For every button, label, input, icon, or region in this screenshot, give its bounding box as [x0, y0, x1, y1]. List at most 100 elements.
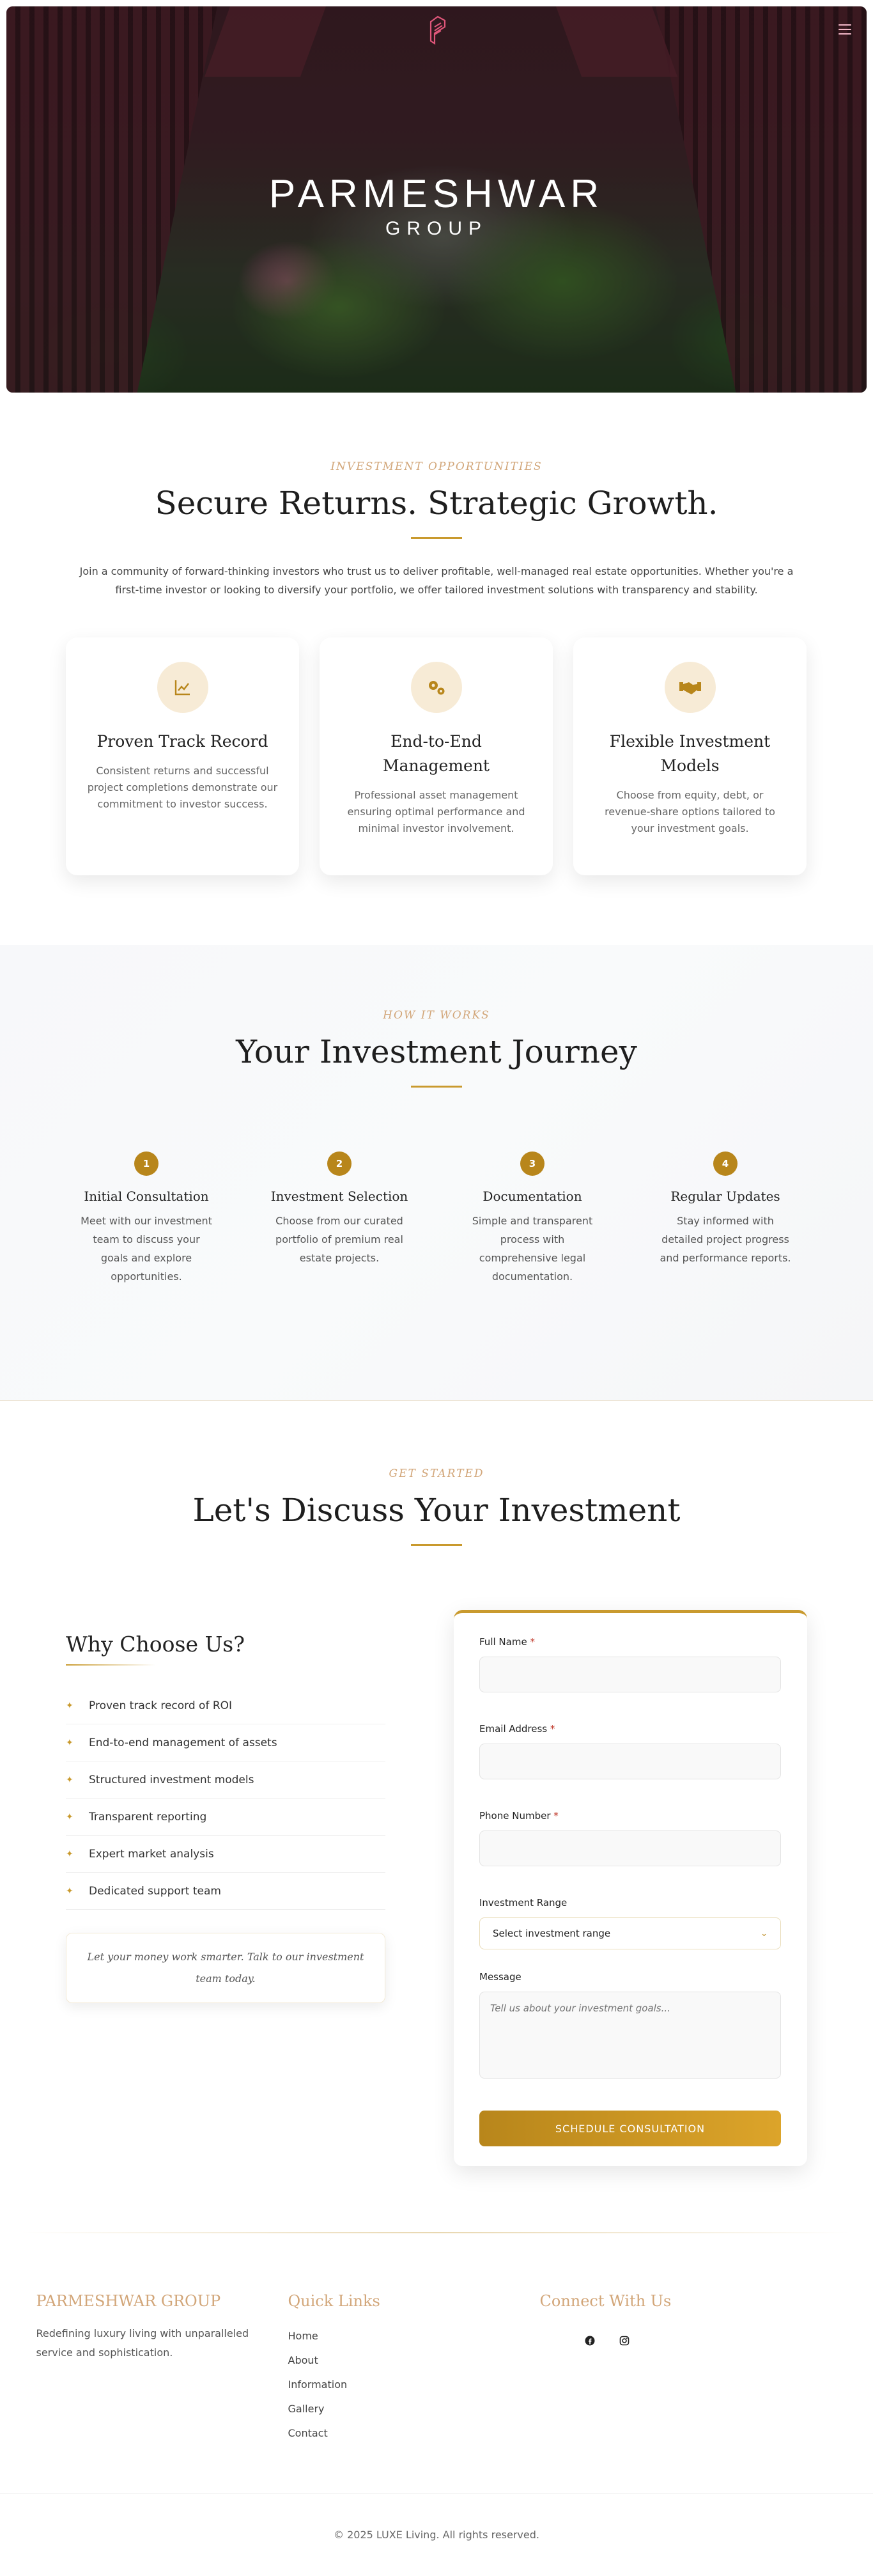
journey-steps: 1 Initial Consultation Meet with our inv… [50, 1151, 823, 1286]
brand-sub: GROUP [385, 218, 488, 239]
consultation-form: Full Name * Email Address * Phone Number… [454, 1610, 807, 2166]
star-icon: ✦ [66, 1848, 73, 1859]
step-title: Initial Consultation [84, 1189, 209, 1204]
phone-field[interactable] [479, 1831, 781, 1866]
section-title: Secure Returns. Strategic Growth. [155, 485, 718, 522]
footer-connect-title: Connect With Us [539, 2292, 672, 2310]
feature-card: Proven Track Record Consistent returns a… [66, 637, 299, 875]
step-number: 3 [520, 1151, 545, 1176]
email-field[interactable] [479, 1744, 781, 1779]
star-icon: ✦ [66, 1700, 73, 1711]
star-icon: ✦ [66, 1885, 73, 1896]
message-label: Message [479, 1971, 521, 1983]
full-name-label: Full Name * [479, 1636, 782, 1648]
social-links [578, 2329, 792, 2352]
message-group: Message [479, 1971, 782, 2081]
card-text: Consistent returns and successful projec… [87, 765, 278, 810]
section-divider [411, 1544, 462, 1546]
list-item-text: Dedicated support team [89, 1884, 221, 1898]
list-item: ✦ Dedicated support team [66, 1873, 385, 1910]
card-title: Proven Track Record [97, 732, 268, 751]
list-item: ✦ Transparent reporting [66, 1799, 385, 1836]
required-mark: * [553, 1810, 559, 1822]
footer-link-gallery[interactable]: Gallery [288, 2397, 540, 2421]
parmeshwar-logo-mark-icon[interactable] [428, 15, 447, 45]
section-divider [411, 1086, 462, 1088]
full-name-field[interactable] [479, 1657, 781, 1692]
facebook-icon[interactable] [578, 2329, 601, 2352]
footer-divider [21, 2232, 852, 2233]
card-title: Flexible Investment Models [609, 732, 771, 775]
select-value: Select investment range [493, 1928, 611, 1939]
list-item-text: Structured investment models [89, 1773, 254, 1786]
why-title: Why Choose Us? [66, 1632, 245, 1657]
footer-links-title: Quick Links [288, 2292, 380, 2310]
handshake-icon [664, 662, 716, 713]
card-text: Professional asset management ensuring o… [347, 789, 525, 834]
investment-range-label: Investment Range [479, 1897, 568, 1909]
section-eyebrow: HOW IT WORKS [383, 1009, 490, 1022]
journey-step: 3 Documentation Simple and transparent p… [436, 1151, 629, 1286]
star-icon: ✦ [66, 1811, 73, 1822]
why-divider [66, 1664, 155, 1666]
section-title: Let's Discuss Your Investment [192, 1492, 681, 1529]
feature-card: End-to-End Management Professional asset… [320, 637, 553, 875]
investment-range-select[interactable]: Select investment range ⌄ [479, 1917, 781, 1949]
email-group: Email Address * [479, 1723, 782, 1779]
step-number: 1 [134, 1151, 158, 1176]
journey-step: 2 Investment Selection Choose from our c… [243, 1151, 436, 1286]
get-started-section: GET STARTED Let's Discuss Your Investmen… [0, 1401, 873, 2232]
section-title: Your Investment Journey [236, 1033, 637, 1070]
footer-brand-desc: Redefining luxury living with unparallel… [36, 2327, 249, 2359]
label-text: Full Name [479, 1636, 527, 1648]
list-item-text: Transparent reporting [89, 1810, 207, 1823]
footer-brand-title: PARMESHWAR GROUP [36, 2292, 221, 2310]
label-text: Email Address [479, 1723, 548, 1735]
why-choose-us: Why Choose Us? ✦ Proven track record of R… [66, 1610, 385, 2166]
message-field[interactable] [479, 1992, 781, 2079]
footer-columns: PARMESHWAR GROUP Redefining luxury livin… [36, 2292, 837, 2446]
step-text: Meet with our investment team to discuss… [81, 1215, 212, 1283]
investment-journey-section: HOW IT WORKS Your Investment Journey 1 I… [0, 945, 873, 1401]
step-title: Regular Updates [670, 1189, 780, 1204]
step-number: 2 [327, 1151, 352, 1176]
phone-group: Phone Number * [479, 1810, 782, 1866]
schedule-consultation-button[interactable]: SCHEDULE CONSULTATION [479, 2111, 781, 2146]
footer-link-about[interactable]: About [288, 2348, 540, 2373]
section-eyebrow: GET STARTED [389, 1467, 484, 1480]
footer-links: Home About Information Gallery Contact [288, 2324, 540, 2446]
step-title: Documentation [483, 1189, 582, 1204]
hamburger-menu-icon[interactable] [838, 24, 851, 35]
full-name-group: Full Name * [479, 1636, 782, 1692]
footer-links-col: Quick Links Home About Information Galle… [288, 2292, 540, 2446]
list-item: ✦ End-to-end management of assets [66, 1724, 385, 1761]
step-number: 4 [713, 1151, 738, 1176]
section-intro: Join a community of forward-thinking inv… [79, 565, 794, 596]
quote-card: Let your money work smarter. Talk to our… [66, 1933, 385, 2003]
step-text: Stay informed with detailed project prog… [660, 1215, 791, 1264]
phone-label: Phone Number * [479, 1810, 782, 1822]
footer-link-contact[interactable]: Contact [288, 2421, 540, 2446]
step-text: Choose from our curated portfolio of pre… [275, 1215, 403, 1264]
list-item: ✦ Expert market analysis [66, 1836, 385, 1873]
email-label: Email Address * [479, 1723, 782, 1735]
footer-link-information[interactable]: Information [288, 2373, 540, 2397]
step-text: Simple and transparent process with comp… [472, 1215, 593, 1283]
footer-brand-col: PARMESHWAR GROUP Redefining luxury livin… [36, 2292, 288, 2446]
section-eyebrow: INVESTMENT OPPORTUNITIES [330, 460, 543, 473]
hero-brand: PARMESHWAR GROUP [6, 171, 867, 240]
section-divider [411, 537, 462, 539]
list-item-text: Expert market analysis [89, 1847, 214, 1861]
step-title: Investment Selection [270, 1189, 408, 1204]
why-list: ✦ Proven track record of ROI ✦ End-to-end … [66, 1687, 385, 1910]
contact-grid: Why Choose Us? ✦ Proven track record of R… [66, 1610, 807, 2166]
star-icon: ✦ [66, 1774, 73, 1785]
brand-name: PARMESHWAR [268, 172, 605, 216]
chart-line-icon [157, 662, 208, 713]
required-mark: * [530, 1636, 535, 1648]
instagram-icon[interactable] [613, 2329, 636, 2352]
list-item-text: End-to-end management of assets [89, 1736, 277, 1749]
feature-cards: Proven Track Record Consistent returns a… [66, 637, 807, 875]
site-footer: PARMESHWAR GROUP Redefining luxury livin… [0, 2232, 873, 2576]
footer-link-home[interactable]: Home [288, 2324, 540, 2348]
